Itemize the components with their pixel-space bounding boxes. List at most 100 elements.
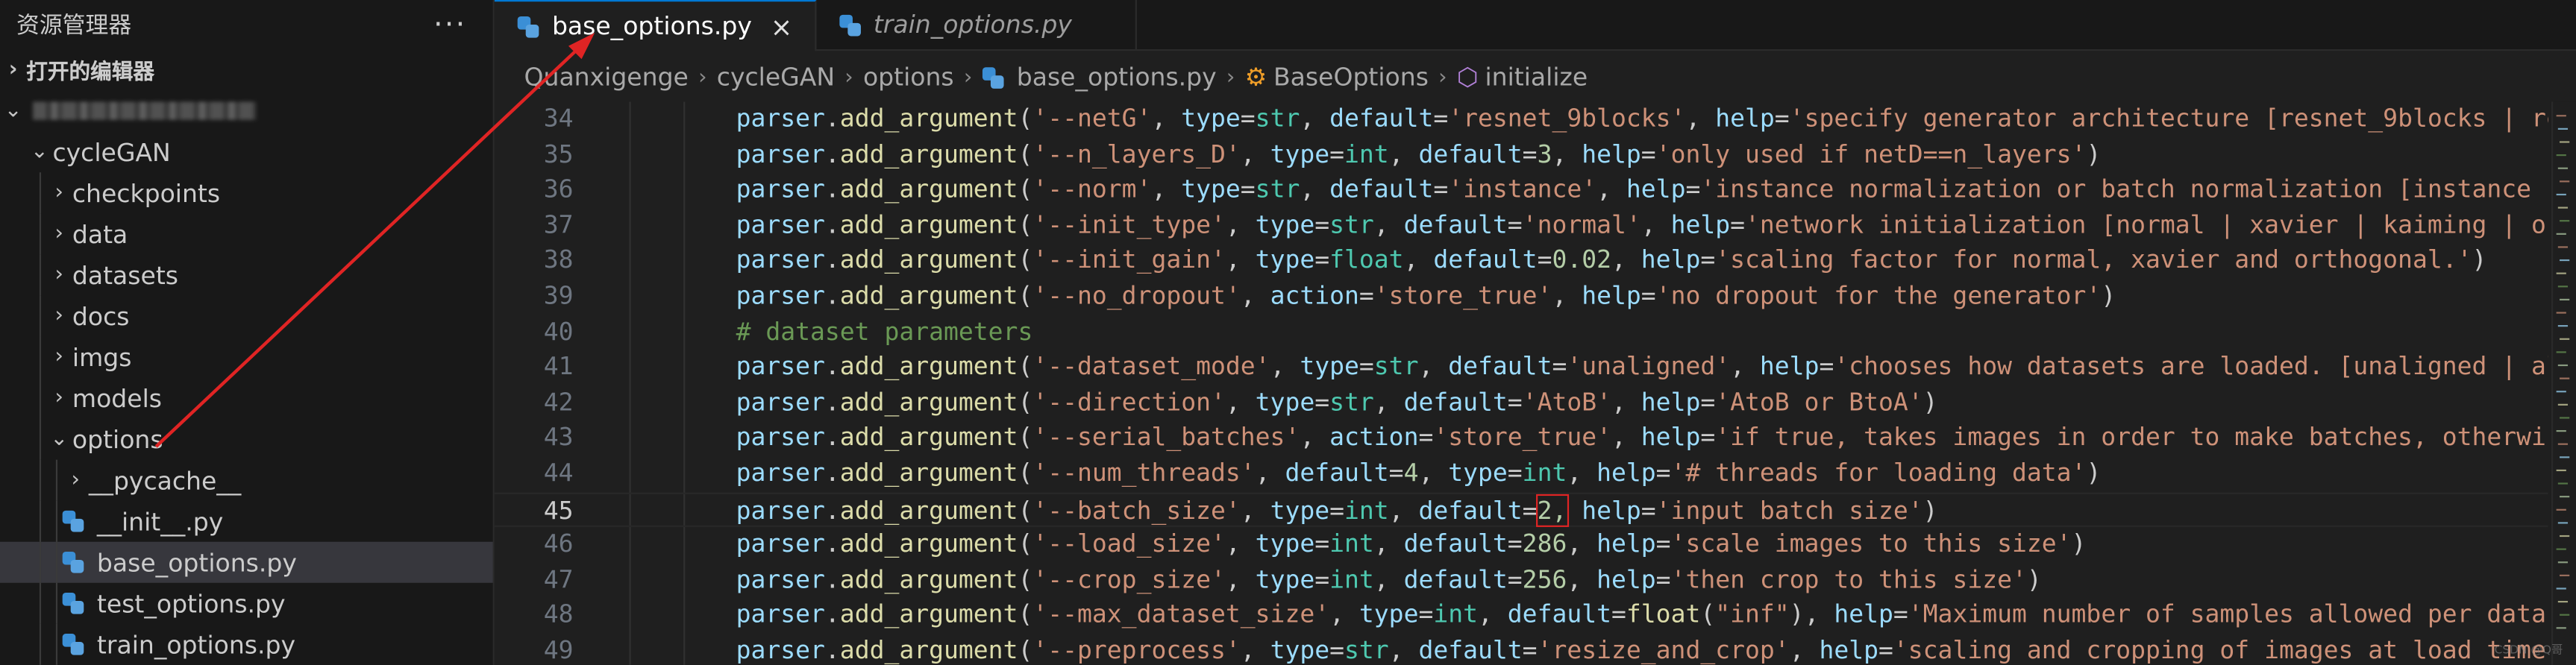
tab-base-options[interactable]: base_options.py × [494, 0, 816, 51]
code-token: help [1715, 103, 1775, 133]
tree-item-label: docs [72, 301, 130, 331]
code-token: help [1834, 599, 1893, 630]
code-line[interactable]: 45 parser.add_argument('--batch_size', ty… [494, 491, 2548, 528]
close-icon[interactable]: × [768, 10, 795, 42]
code-line[interactable]: 49 parser.add_argument('--preprocess', ty… [495, 634, 2548, 665]
breadcrumb-item[interactable]: BaseOptions [1273, 63, 1429, 92]
open-editors-section[interactable]: › 打开的编辑器 [0, 49, 493, 90]
code-line[interactable]: 36 parser.add_argument('--norm', type=str… [495, 173, 2548, 209]
code-token: ( [1018, 209, 1033, 240]
code-token: , [1300, 103, 1330, 133]
code-token: ) [2026, 564, 2042, 594]
code-token: parser [736, 422, 825, 453]
breadcrumb-item[interactable]: cycleGAN [717, 63, 835, 92]
code-token: = [1522, 635, 1538, 665]
code-token: ( [1018, 139, 1033, 168]
class-symbol-icon: ⚙ [1244, 62, 1267, 92]
tree-item-options[interactable]: ⌄ options [0, 418, 493, 460]
tree-item-train-options-py[interactable]: train_options.py [0, 623, 493, 665]
tree-item-init-py[interactable]: __init__.py [0, 500, 493, 542]
breadcrumb-item[interactable]: options [863, 63, 954, 92]
code-token: parser [736, 351, 825, 382]
code-line[interactable]: 42 parser.add_argument('--direction', typ… [495, 385, 2548, 421]
code-token: parser [736, 139, 825, 168]
code-token: add_argument [839, 174, 1018, 204]
code-text: parser.add_argument('--serial_batches', … [736, 421, 2548, 457]
tree-item-cyclegan[interactable]: ⌄ cycleGAN [0, 131, 493, 172]
code-token: . [824, 422, 840, 453]
tree-item-imgs[interactable]: › imgs [0, 336, 493, 378]
minimap-mark [2556, 548, 2566, 550]
code-token: default [1433, 245, 1538, 275]
code-token: ( [1018, 529, 1033, 559]
code-line[interactable]: 48 parser.add_argument('--max_dataset_siz… [495, 598, 2548, 634]
breadcrumb-item[interactable]: base_options.py [1017, 63, 1217, 92]
code-token: type [1255, 529, 1315, 559]
code-token: , [1730, 351, 1760, 382]
tree-indent-guide [39, 582, 42, 624]
code-token: . [824, 495, 840, 525]
code-token: 'unaligned' [1567, 351, 1731, 382]
code-token: '--no_dropout' [1032, 280, 1241, 311]
chevron-right-icon: › [8, 57, 18, 83]
code-text: parser.add_argument('--norm', type=str, … [736, 173, 2548, 209]
tree-item-models[interactable]: › models [0, 377, 493, 419]
code-line[interactable]: 34 parser.add_argument('--netG', type=str… [495, 102, 2548, 138]
tab-train-options[interactable]: train_options.py × [816, 0, 1136, 50]
code-token: add_argument [839, 209, 1018, 240]
chevron-right-icon: › [54, 221, 63, 247]
code-token: ( [1018, 103, 1033, 133]
line-number: 43 [543, 422, 574, 453]
code-token: help [1759, 351, 1820, 382]
tree-item-base-options-py[interactable]: base_options.py [0, 541, 493, 583]
workspace-root[interactable]: ⌄ [0, 90, 493, 131]
line-number: 49 [543, 635, 574, 665]
code-line[interactable]: 41 parser.add_argument('--dataset_mode', … [495, 350, 2548, 385]
code-token: . [824, 174, 840, 204]
code-token: . [824, 564, 840, 594]
code-token: action [1329, 422, 1419, 453]
code-token: = [1878, 635, 1893, 665]
line-number: 38 [543, 245, 574, 275]
code-line[interactable]: 38 parser.add_argument('--init_gain', typ… [495, 244, 2548, 280]
line-number: 37 [543, 209, 574, 240]
code-token: ( [1700, 599, 1716, 630]
code-token: = [1418, 422, 1434, 453]
tree-item-data[interactable]: › data [0, 213, 493, 255]
tree-item-docs[interactable]: › docs [0, 295, 493, 337]
code-token: help [1596, 529, 1656, 559]
code-token: '--netG' [1032, 103, 1152, 133]
code-line[interactable]: 43 parser.add_argument('--serial_batches'… [495, 421, 2548, 457]
minimap-scrollbar[interactable] [2551, 101, 2576, 665]
minimap-mark [2557, 522, 2569, 524]
breadcrumb: Quanxigenge › cycleGAN › options › base_… [495, 51, 2576, 103]
minimap-mark [2560, 614, 2570, 616]
tree-item-test-options-py[interactable]: test_options.py [0, 582, 493, 624]
tree-item-checkpoints[interactable]: › checkpoints [0, 172, 493, 214]
code-token: 0.02 [1552, 245, 1612, 275]
code-line[interactable]: 37 parser.add_argument('--init_type', typ… [495, 208, 2548, 244]
workspace-name-blurred [33, 101, 257, 120]
code-line[interactable]: 39 parser.add_argument('--no_dropout', ac… [495, 279, 2548, 315]
breadcrumb-item[interactable]: initialize [1485, 63, 1588, 92]
code-token: = [1388, 458, 1404, 488]
tree-indent-guide [39, 459, 42, 501]
breadcrumb-item[interactable]: Quanxigenge [524, 63, 689, 92]
minimap-mark [2557, 167, 2569, 169]
code-token: 'normal' [1522, 209, 1641, 240]
code-token: = [1552, 351, 1567, 382]
code-token: 256 [1522, 564, 1567, 594]
code-line[interactable]: 47 parser.add_argument('--crop_size', typ… [495, 563, 2548, 599]
code-token: help [1596, 458, 1656, 488]
tree-item-pycache[interactable]: › __pycache__ [0, 459, 493, 501]
code-line[interactable]: 40 # dataset parameters [495, 315, 2548, 350]
code-line[interactable]: 46 parser.add_argument('--load_size', typ… [495, 527, 2548, 563]
more-actions-icon[interactable]: ··· [433, 7, 466, 42]
code-line[interactable]: 44 parser.add_argument('--num_threads', d… [495, 456, 2548, 492]
minimap-mark [2560, 456, 2570, 458]
code-editor[interactable]: 34 parser.add_argument('--netG', type=str… [494, 102, 2548, 665]
tree-item-label: datasets [72, 260, 179, 290]
code-line[interactable]: 35 parser.add_argument('--n_layers_D', ty… [495, 137, 2548, 173]
tree-item-datasets[interactable]: › datasets [0, 254, 493, 296]
tree-item-label: __pycache__ [88, 465, 242, 495]
